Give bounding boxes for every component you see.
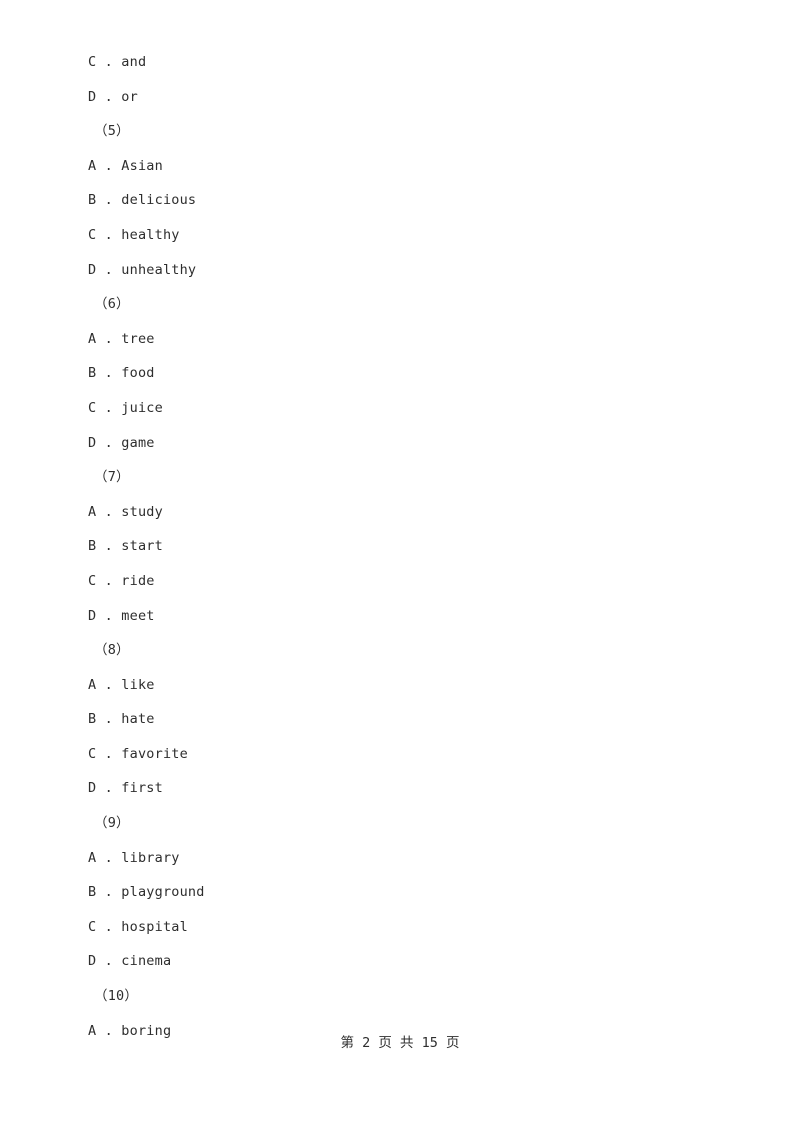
answer-option: C . juice (88, 399, 163, 416)
answer-option: C . favorite (88, 745, 188, 762)
question-number: （8） (94, 642, 130, 659)
question-number: （10） (94, 988, 139, 1005)
question-number: （9） (94, 815, 130, 832)
question-number: （6） (94, 296, 130, 313)
document-page: C . and D . or （5） A . Asian B . delicious C … (0, 0, 800, 1132)
question-list: C . and D . or （5） A . Asian B . delicious C … (88, 45, 740, 1048)
answer-option: D . unhealthy (88, 261, 197, 278)
answer-option: A . tree (88, 330, 155, 347)
answer-option: B . hate (88, 711, 155, 728)
answer-option: B . start (88, 538, 163, 555)
answer-option: D . game (88, 434, 155, 451)
answer-option: B . playground (88, 884, 205, 901)
answer-option: D . meet (88, 607, 155, 624)
answer-option: B . food (88, 365, 155, 382)
page-footer: 第 2 页 共 15 页 (340, 1035, 460, 1051)
answer-option: C . healthy (88, 226, 180, 243)
question-number: （7） (94, 469, 130, 486)
answer-option: C . and (88, 54, 147, 70)
answer-option: C . hospital (88, 918, 188, 935)
answer-option: A . Asian (88, 157, 163, 174)
answer-option: D . first (88, 780, 163, 797)
answer-option: A . study (88, 503, 163, 520)
answer-option: A . library (88, 849, 180, 866)
answer-option: A . like (88, 676, 155, 693)
question-number: （5） (94, 123, 130, 140)
answer-option: B . delicious (88, 192, 197, 209)
answer-option: D . or (88, 88, 138, 105)
answer-option: D . cinema (88, 953, 172, 970)
answer-option: C . ride (88, 572, 155, 589)
